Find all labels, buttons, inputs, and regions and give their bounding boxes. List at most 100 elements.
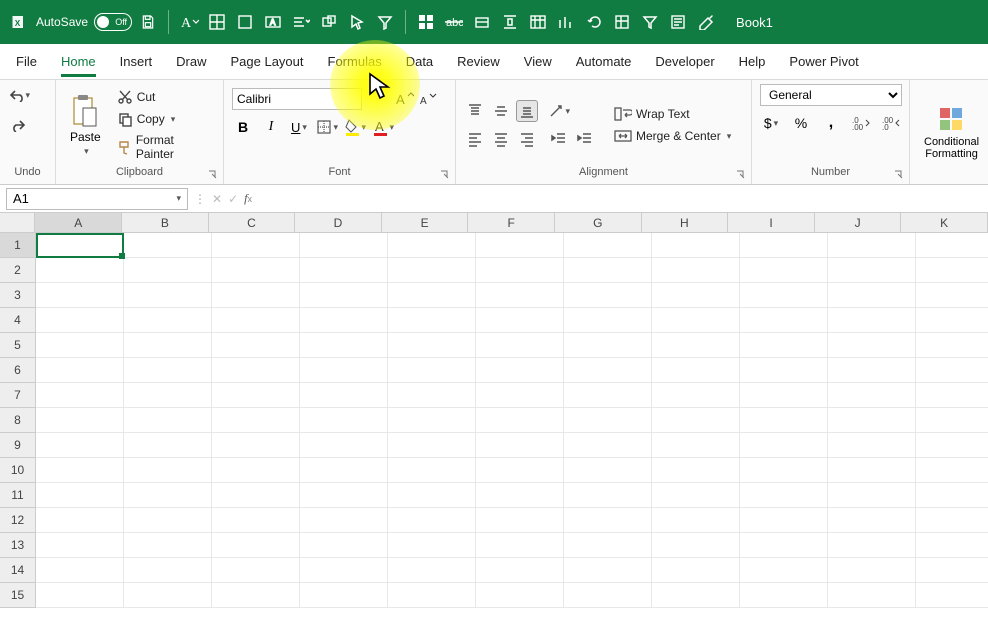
border-button[interactable]: ▾ [316,116,338,138]
cell[interactable] [476,583,564,608]
cell[interactable] [124,233,212,258]
tab-file[interactable]: File [16,46,37,77]
cell[interactable] [916,333,988,358]
percent-button[interactable]: % [790,112,812,134]
align-qat-icon[interactable] [289,10,313,34]
decrease-decimal-button[interactable]: .00.0 [880,112,902,134]
cell[interactable] [828,533,916,558]
cell[interactable] [36,333,124,358]
cell[interactable] [916,458,988,483]
cell[interactable] [564,358,652,383]
cell[interactable] [740,358,828,383]
cell[interactable] [124,508,212,533]
cell[interactable] [212,383,300,408]
shape-qat-icon[interactable] [317,10,341,34]
cell[interactable] [388,458,476,483]
cell[interactable] [212,583,300,608]
bold-button[interactable]: B [232,116,254,138]
cell[interactable] [564,408,652,433]
col-header[interactable]: I [728,213,815,233]
cell[interactable] [124,383,212,408]
row-header[interactable]: 15 [0,583,36,608]
cell[interactable] [300,533,388,558]
cell[interactable] [740,283,828,308]
cell[interactable] [212,233,300,258]
font-launcher-icon[interactable] [440,170,452,182]
cell[interactable] [388,433,476,458]
cell[interactable] [916,558,988,583]
insert-rows-qat-icon[interactable] [470,10,494,34]
number-format-combo[interactable]: General [760,84,902,106]
cell[interactable] [388,333,476,358]
fill-color-button[interactable]: ▾ [344,116,366,138]
cell[interactable] [36,483,124,508]
cell[interactable] [476,333,564,358]
cell[interactable] [300,408,388,433]
cell[interactable] [36,383,124,408]
align-top-button[interactable] [464,100,486,122]
cell[interactable] [828,333,916,358]
cell[interactable] [388,558,476,583]
cell[interactable] [388,233,476,258]
cell[interactable] [300,258,388,283]
cell[interactable] [916,583,988,608]
cell[interactable] [564,533,652,558]
copy-button[interactable]: Copy▾ [113,109,215,129]
cell[interactable] [916,283,988,308]
cell[interactable] [564,508,652,533]
cell[interactable] [388,508,476,533]
cell[interactable] [564,233,652,258]
cell[interactable] [36,408,124,433]
cell[interactable] [564,333,652,358]
textbox-qat-icon[interactable]: A [261,10,285,34]
cell[interactable] [388,483,476,508]
col-header[interactable]: E [382,213,469,233]
cell[interactable] [212,358,300,383]
cell[interactable] [564,558,652,583]
cell[interactable] [916,358,988,383]
cell[interactable] [476,408,564,433]
col-header[interactable]: D [295,213,382,233]
cell[interactable] [124,533,212,558]
cell[interactable] [652,433,740,458]
cell[interactable] [652,533,740,558]
cell[interactable] [36,458,124,483]
cell[interactable] [388,533,476,558]
row-header[interactable]: 9 [0,433,36,458]
form-qat-icon[interactable] [666,10,690,34]
grow-font-button[interactable]: A [394,88,416,110]
align-center-button[interactable] [490,128,512,150]
cell[interactable] [652,583,740,608]
cell[interactable] [300,383,388,408]
distribute-qat-icon[interactable] [498,10,522,34]
cell[interactable] [300,458,388,483]
funnel-qat-icon[interactable] [638,10,662,34]
cell[interactable] [652,283,740,308]
cell[interactable] [212,408,300,433]
strike-qat-icon[interactable]: abc [442,10,466,34]
cell[interactable] [36,308,124,333]
decrease-indent-button[interactable] [548,128,570,150]
cell[interactable] [652,308,740,333]
format-painter-button[interactable]: Format Painter [113,131,215,163]
cell[interactable] [476,458,564,483]
tab-power-pivot[interactable]: Power Pivot [789,46,858,77]
cell[interactable] [36,433,124,458]
tab-view[interactable]: View [524,46,552,77]
cell[interactable] [124,458,212,483]
autosave-toggle[interactable]: AutoSave Off [36,13,132,31]
cell[interactable] [828,508,916,533]
shrink-font-button[interactable]: A [418,88,440,110]
cell[interactable] [828,458,916,483]
increase-decimal-button[interactable]: .0.00 [850,112,872,134]
borders-qat-icon[interactable] [205,10,229,34]
cell[interactable] [212,533,300,558]
cell[interactable] [300,558,388,583]
cell[interactable] [916,258,988,283]
cell[interactable] [916,408,988,433]
number-launcher-icon[interactable] [894,170,906,182]
cell[interactable] [300,308,388,333]
cell[interactable] [212,258,300,283]
cell[interactable] [476,483,564,508]
cell[interactable] [740,483,828,508]
